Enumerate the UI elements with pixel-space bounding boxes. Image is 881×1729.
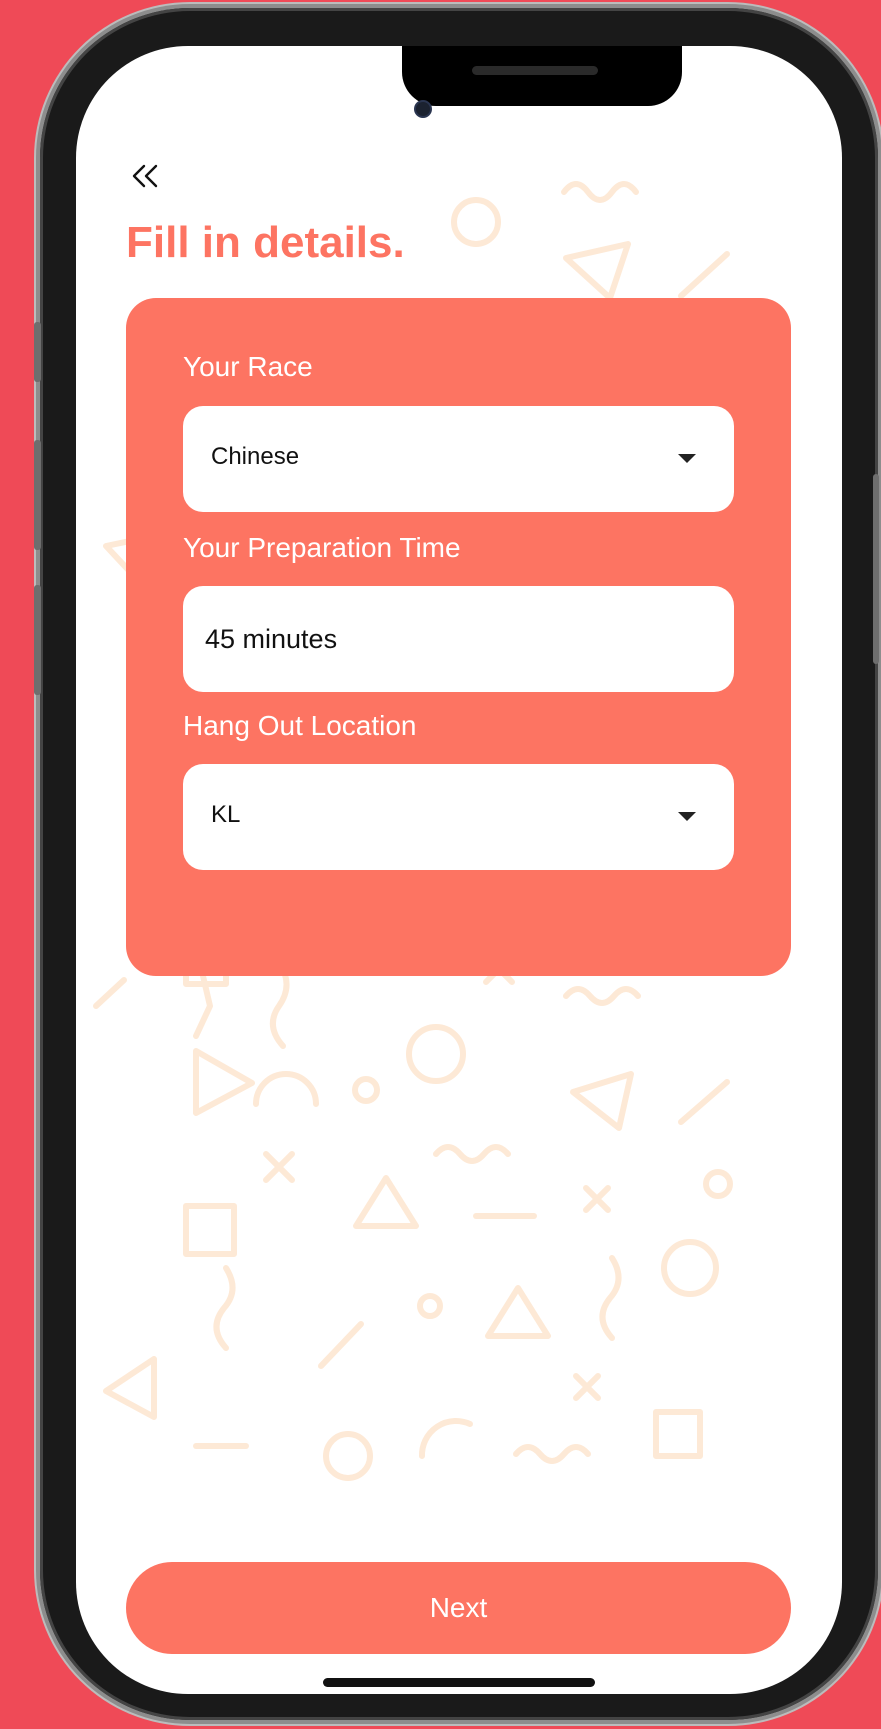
caret-down-icon	[678, 812, 696, 821]
power-button	[873, 474, 879, 664]
caret-down-icon	[678, 454, 696, 463]
location-dropdown[interactable]: KL	[183, 764, 734, 870]
next-button[interactable]: Next	[126, 1562, 791, 1654]
app-screen: Fill in details. Your Race Chinese Your …	[76, 46, 842, 1694]
location-label: Hang Out Location	[183, 710, 417, 741]
silent-switch	[34, 322, 41, 382]
race-label: Your Race	[183, 351, 313, 382]
home-indicator	[323, 1678, 595, 1687]
front-camera	[414, 100, 432, 118]
notch	[402, 46, 682, 106]
volume-up-button	[34, 440, 41, 550]
speaker-grille	[472, 66, 598, 75]
prep-time-label: Your Preparation Time	[183, 532, 461, 563]
volume-down-button	[34, 585, 41, 695]
double-chevron-left-icon[interactable]	[126, 158, 162, 194]
prep-time-input[interactable]	[183, 586, 734, 692]
page-title: Fill in details.	[126, 218, 405, 267]
race-dropdown[interactable]: Chinese	[183, 406, 734, 512]
race-selected-value: Chinese	[211, 443, 300, 470]
prep-time-field	[183, 586, 734, 692]
location-selected-value: KL	[211, 801, 241, 828]
details-form-card: Your Race Chinese Your Preparation Time …	[126, 298, 791, 976]
